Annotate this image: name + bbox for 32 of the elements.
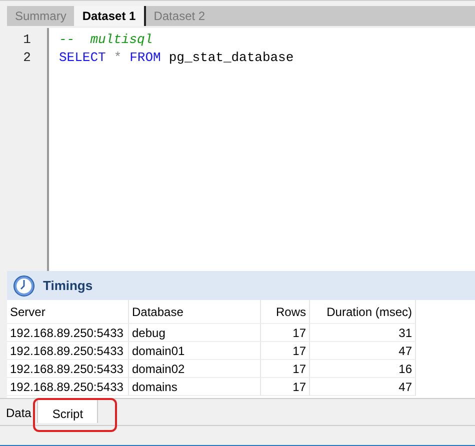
table-cell: 17	[261, 324, 310, 342]
table-cell: 17	[261, 342, 310, 360]
code-token: FROM	[130, 49, 161, 67]
table-cell: 17	[261, 378, 310, 396]
code-token: SELECT	[59, 49, 106, 67]
column-header[interactable]: Duration (msec)	[310, 300, 416, 324]
line-number: 2	[22, 49, 32, 67]
table-cell: 31	[310, 324, 416, 342]
table-cell: 192.168.89.250:5433	[7, 378, 129, 396]
table-cell: 47	[310, 378, 416, 396]
table-cell: 192.168.89.250:5433	[7, 324, 129, 342]
column-header[interactable]: Rows	[261, 300, 310, 324]
clock-icon	[13, 274, 35, 296]
line-number: 1	[22, 31, 32, 49]
code-token: pg_stat_database	[168, 49, 294, 67]
table-cell: domains	[129, 378, 261, 396]
tab[interactable]: Dataset 1	[74, 6, 146, 26]
column-header[interactable]: Database	[129, 300, 261, 324]
table-cell: 192.168.89.250:5433	[7, 342, 129, 360]
table-cell: 17	[261, 360, 310, 378]
code-editor[interactable]: 1 2 -- multisql SELECT * FROM pg_stat_database	[7, 26, 475, 271]
code-token: -- multisql	[59, 31, 153, 49]
table-cell: 192.168.89.250:5433	[7, 360, 129, 378]
table-cell: debug	[129, 324, 261, 342]
tab[interactable]: Script	[38, 399, 98, 423]
table-cell: 47	[310, 342, 416, 360]
section-title: Timings	[43, 278, 93, 293]
table-cell: domain01	[129, 342, 261, 360]
table-cell: 16	[310, 360, 416, 378]
table-cell: domain02	[129, 360, 261, 378]
code-token: *	[114, 49, 122, 67]
column-header[interactable]: Server	[7, 300, 129, 324]
